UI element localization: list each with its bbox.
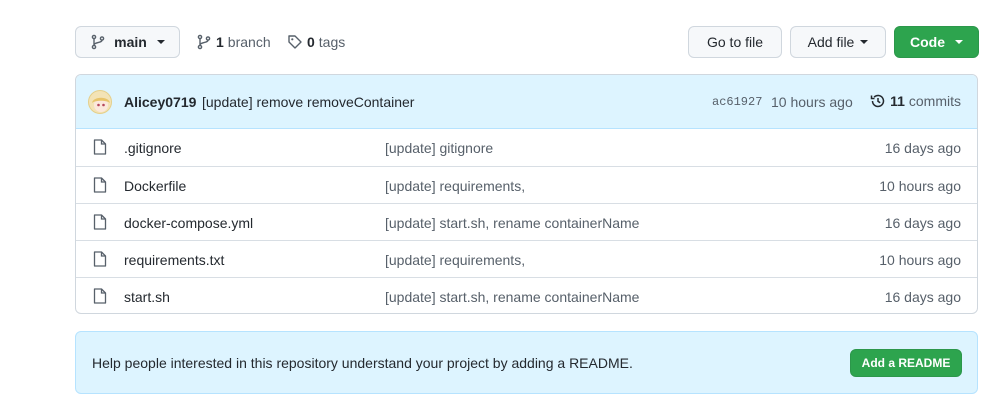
readme-prompt-text: Help people interested in this repositor… <box>92 355 633 371</box>
git-branch-icon <box>90 34 106 50</box>
commit-time: 10 hours ago <box>771 94 853 110</box>
add-file-label: Add file <box>807 34 855 50</box>
file-row[interactable]: Dockerfile [update] requirements, 10 hou… <box>76 166 977 203</box>
branches-link[interactable]: 1 branch <box>196 33 271 51</box>
chevron-down-icon <box>156 40 165 44</box>
add-file-button[interactable]: Add file <box>790 26 886 58</box>
commit-count: 11 <box>890 93 905 109</box>
file-icon <box>93 288 107 307</box>
go-to-file-button[interactable]: Go to file <box>688 26 782 58</box>
file-row[interactable]: start.sh [update] start.sh, rename conta… <box>76 277 977 313</box>
chevron-down-icon <box>955 40 963 44</box>
file-commit-message[interactable]: [update] gitignore <box>385 140 493 156</box>
code-label: Code <box>910 34 945 50</box>
branch-name: main <box>114 34 147 50</box>
file-commit-message[interactable]: [update] start.sh, rename containerName <box>385 215 639 231</box>
code-button[interactable]: Code <box>894 26 979 58</box>
file-list: Alicey0719 [update] remove removeContain… <box>75 74 978 314</box>
branch-label: branch <box>227 34 271 50</box>
file-name[interactable]: start.sh <box>124 289 170 305</box>
file-row[interactable]: .gitignore [update] gitignore 16 days ag… <box>76 129 977 166</box>
add-readme-button[interactable]: Add a README <box>850 349 962 377</box>
avatar[interactable] <box>88 90 112 114</box>
commit-label: commits <box>908 93 961 109</box>
file-row[interactable]: docker-compose.yml [update] start.sh, re… <box>76 203 977 240</box>
tag-label: tags <box>318 34 346 50</box>
file-commit-message[interactable]: [update] requirements, <box>385 252 525 268</box>
chevron-down-icon <box>860 40 869 44</box>
file-age: 16 days ago <box>884 215 961 231</box>
file-age: 16 days ago <box>884 289 961 305</box>
add-readme-label: Add a README <box>861 356 951 370</box>
branch-count: 1 <box>216 34 224 50</box>
file-icon <box>93 214 107 233</box>
file-age: 10 hours ago <box>879 252 961 268</box>
file-icon <box>93 251 107 270</box>
tag-icon <box>287 34 303 50</box>
branch-selector-button[interactable]: main <box>75 26 180 58</box>
go-to-file-label: Go to file <box>706 34 764 50</box>
commit-hash[interactable]: ac61927 <box>712 95 762 109</box>
readme-prompt: Help people interested in this repositor… <box>75 331 978 394</box>
file-commit-message[interactable]: [update] requirements, <box>385 178 525 194</box>
file-name[interactable]: docker-compose.yml <box>124 215 253 231</box>
latest-commit-bar: Alicey0719 [update] remove removeContain… <box>76 75 977 129</box>
file-row[interactable]: requirements.txt [update] requirements, … <box>76 240 977 277</box>
commit-author[interactable]: Alicey0719 <box>124 94 196 110</box>
tags-link[interactable]: 0 tags <box>287 33 345 51</box>
file-name[interactable]: Dockerfile <box>124 178 186 194</box>
file-age: 10 hours ago <box>879 178 961 194</box>
commits-link[interactable]: 11 commits <box>870 93 961 109</box>
commit-message[interactable]: [update] remove removeContainer <box>202 94 414 110</box>
file-age: 16 days ago <box>884 140 961 156</box>
tag-count: 0 <box>307 34 315 50</box>
file-name[interactable]: requirements.txt <box>124 252 224 268</box>
file-icon <box>93 177 107 196</box>
git-branch-icon <box>196 34 212 50</box>
file-icon <box>93 139 107 158</box>
file-commit-message[interactable]: [update] start.sh, rename containerName <box>385 289 639 305</box>
history-icon <box>870 93 886 109</box>
file-name[interactable]: .gitignore <box>124 140 182 156</box>
